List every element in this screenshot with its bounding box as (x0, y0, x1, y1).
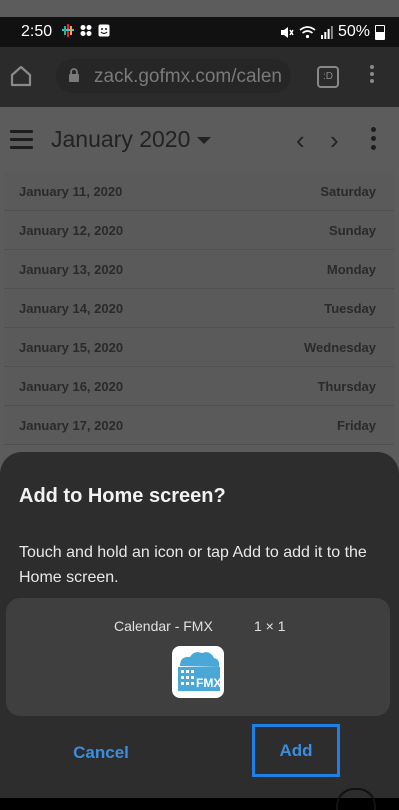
lock-icon (69, 68, 79, 82)
status-right: 50% (280, 23, 385, 41)
day-weekday: Sunday (329, 223, 376, 238)
grid-app-icon (80, 25, 92, 36)
url-text[interactable]: zack.gofmx.com/calen (94, 66, 282, 88)
url-bar[interactable]: zack.gofmx.com/calen (56, 59, 291, 93)
status-time: 2:50 (21, 23, 53, 40)
fmx-logo-text: FMX (196, 676, 221, 690)
day-date: January 13, 2020 (19, 262, 124, 277)
status-bar: 2:50 50% (0, 17, 399, 47)
home-icon[interactable] (9, 65, 33, 87)
list-item[interactable]: January 11, 2020 Saturday (4, 172, 394, 211)
list-item[interactable]: January 14, 2020 Tuesday (4, 289, 394, 328)
day-date: January 11, 2020 (19, 184, 123, 199)
add-to-home-dialog: Add to Home screen? Touch and hold an ic… (0, 452, 399, 798)
list-item[interactable]: January 16, 2020 Thursday (4, 367, 394, 406)
day-weekday: Monday (326, 262, 376, 277)
app-preview-card[interactable]: Calendar - FMX 1 × 1 FMX (6, 598, 390, 716)
menu-icon[interactable] (370, 65, 374, 86)
list-item[interactable]: January 12, 2020 Sunday (4, 211, 394, 250)
calendar-header: January 2020 ‹ › (0, 107, 399, 171)
day-date: January 17, 2020 (19, 418, 124, 433)
fmx-logo-icon: FMX (178, 652, 221, 691)
day-weekday: Thursday (317, 379, 376, 394)
day-weekday: Wednesday (303, 340, 376, 355)
hamburger-icon[interactable] (10, 130, 33, 154)
day-date: January 15, 2020 (19, 340, 124, 355)
day-list: January 11, 2020 Saturday January 12, 20… (4, 172, 394, 445)
day-date: January 12, 2020 (19, 223, 124, 238)
browser-toolbar: zack.gofmx.com/calen :D (0, 47, 399, 107)
mute-icon (280, 26, 294, 38)
slack-icon (62, 24, 74, 37)
list-item[interactable]: January 17, 2020 Friday (4, 406, 394, 445)
battery-percent: 50% (337, 23, 370, 40)
dialog-body: Touch and hold an icon or tap Add to add… (19, 544, 367, 586)
day-weekday: Friday (336, 418, 376, 433)
smiley-app-icon (98, 24, 110, 37)
more-vert-icon[interactable] (371, 127, 376, 154)
chevron-right-icon[interactable]: › (330, 125, 339, 156)
list-item[interactable]: January 13, 2020 Monday (4, 250, 394, 289)
widget-size: 1 × 1 (254, 618, 286, 634)
signal-icon (320, 25, 333, 39)
app-name: Calendar - FMX (114, 618, 213, 634)
tabs-icon[interactable]: :D (317, 66, 339, 88)
battery-icon (375, 24, 385, 40)
wifi-icon (299, 25, 316, 38)
dialog-title: Add to Home screen? (19, 485, 226, 507)
chevron-left-icon[interactable]: ‹ (296, 125, 305, 156)
day-weekday: Saturday (320, 184, 376, 199)
cancel-button[interactable]: Cancel (56, 733, 146, 773)
app-icon[interactable]: FMX (172, 646, 224, 698)
caret-down-icon[interactable] (197, 137, 211, 144)
day-date: January 16, 2020 (19, 379, 124, 394)
month-title[interactable]: January 2020 (51, 126, 190, 153)
list-item[interactable]: January 15, 2020 Wednesday (4, 328, 394, 367)
screen: 2:50 50% zack.gofmx.com/calen :D January… (0, 0, 399, 810)
notification-icons (62, 24, 110, 37)
add-button[interactable]: Add (252, 724, 340, 777)
day-date: January 14, 2020 (19, 301, 124, 316)
day-weekday: Tuesday (324, 301, 376, 316)
